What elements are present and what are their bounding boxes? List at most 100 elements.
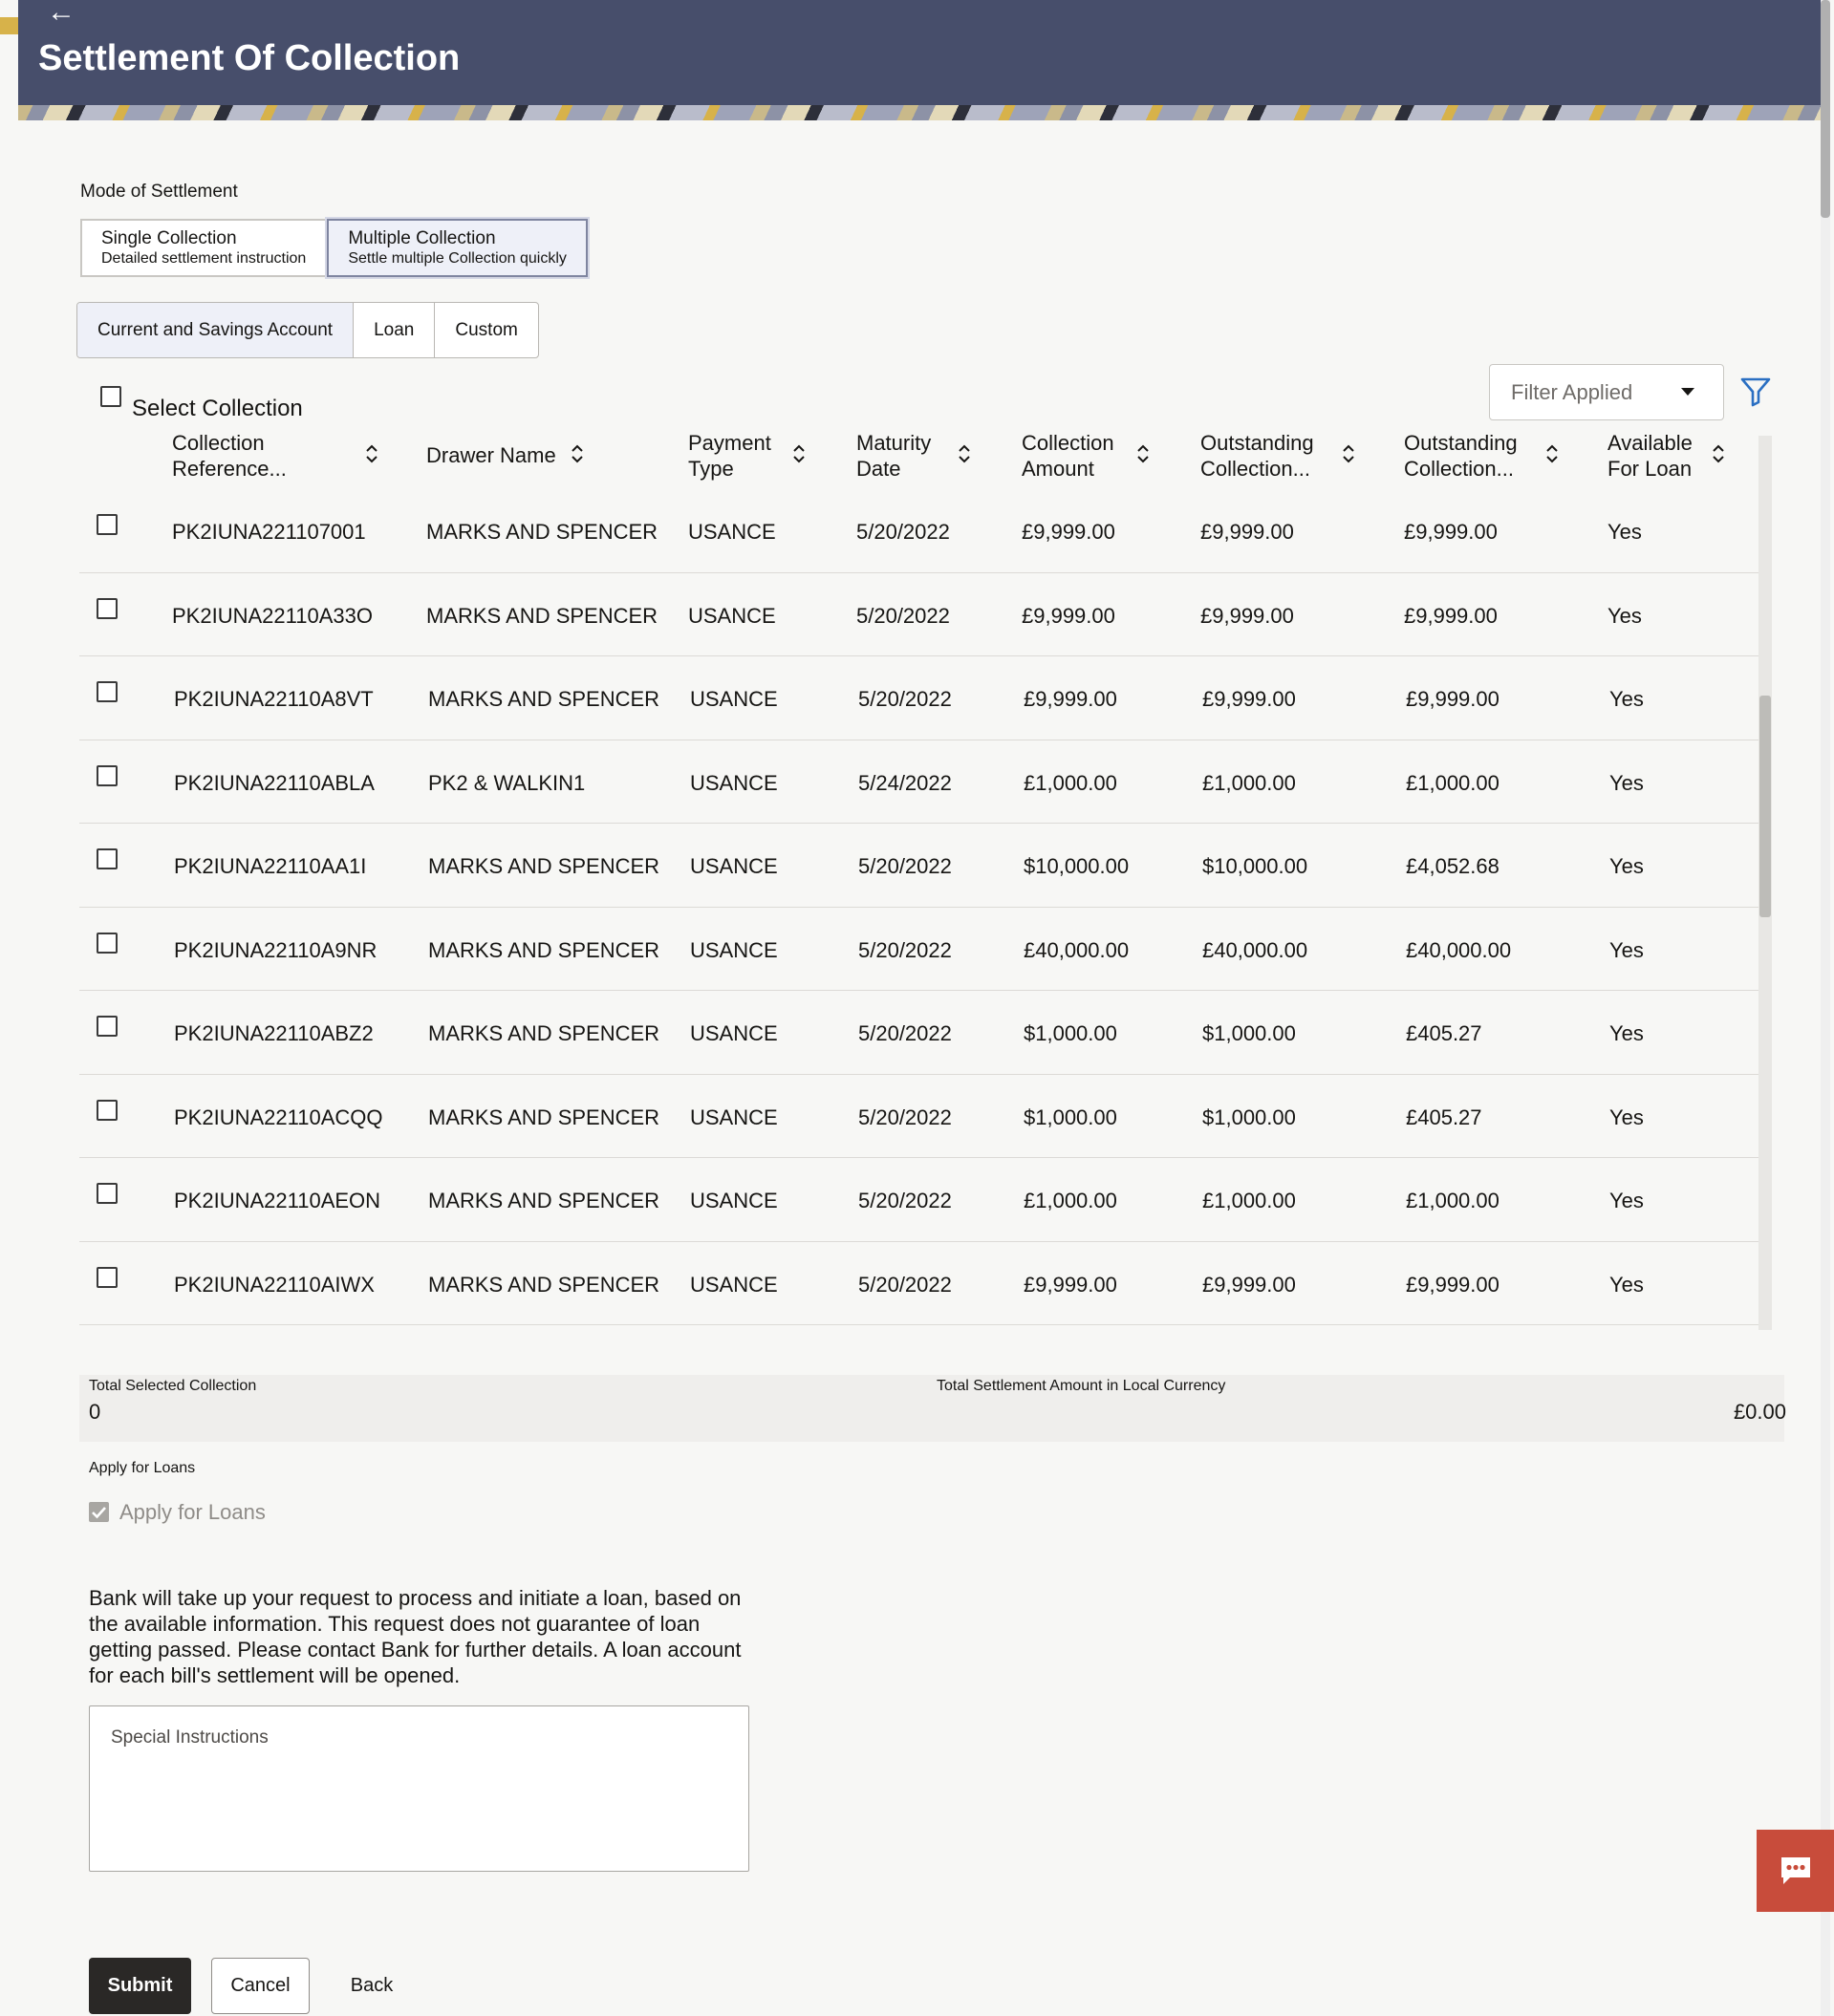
row-checkbox[interactable] (97, 597, 118, 619)
col-available-for-loan-header[interactable]: Available For Loan (1607, 430, 1693, 482)
col-reference-cell: PK2IUNA22110AEON (174, 1189, 381, 1212)
sort-icon[interactable] (792, 443, 806, 464)
total-settlement-value: £0.00 (1733, 1400, 1786, 1424)
row-checkbox[interactable] (97, 514, 118, 535)
table-row[interactable]: PK2IUNA22110AA1I MARKS AND SPENCER USANCE 5… (79, 824, 1758, 908)
col-collection-amount-cell: $1,000.00 (1024, 1021, 1117, 1045)
col-collection-amount-header[interactable]: Collection Amount (1022, 430, 1114, 482)
page-scrollbar-thumb[interactable] (1821, 0, 1830, 218)
col-drawer-name-cell: MARKS AND SPENCER (428, 1189, 660, 1212)
row-checkbox[interactable] (97, 681, 118, 702)
col-payment-type-cell: USANCE (690, 1189, 778, 1212)
col-outstanding-1-header[interactable]: Outstanding Collection... (1200, 430, 1314, 482)
col-payment-type-cell: USANCE (690, 687, 778, 711)
row-checkbox[interactable] (97, 932, 118, 954)
col-drawer-name-cell: MARKS AND SPENCER (428, 1021, 660, 1045)
sort-icon[interactable] (1342, 443, 1355, 464)
special-instructions-field[interactable]: Special Instructions (89, 1705, 749, 1872)
tab-loan[interactable]: Loan (354, 303, 436, 357)
col-outstanding-2-cell: £9,999.00 (1406, 1272, 1500, 1297)
submit-button[interactable]: Submit (89, 1958, 191, 2014)
chevron-down-icon (1681, 388, 1694, 396)
page-header: ← Settlement Of Collection (18, 0, 1823, 120)
col-drawer-name-cell: MARKS AND SPENCER (428, 1105, 660, 1129)
row-checkbox[interactable] (97, 1266, 118, 1288)
row-checkbox[interactable] (97, 848, 118, 869)
option-title: Single Collection (101, 228, 237, 248)
page-scrollbar[interactable] (1821, 0, 1830, 2016)
col-payment-type-cell: USANCE (688, 520, 776, 544)
header-line: Collection (172, 431, 265, 455)
col-reference-cell: PK2IUNA22110AIWX (174, 1272, 375, 1297)
col-reference-cell: PK2IUNA22110ACQQ (174, 1105, 383, 1129)
header-line: Date (856, 457, 901, 481)
back-arrow-icon[interactable]: ← (47, 0, 76, 27)
col-outstanding-1-cell: £9,999.00 (1200, 520, 1294, 544)
col-reference-cell: PK2IUNA22110A8VT (174, 687, 374, 711)
checkmark-icon (92, 1507, 106, 1519)
sort-icon[interactable] (365, 443, 378, 464)
col-available-for-loan-cell: Yes (1609, 1272, 1644, 1297)
sort-icon[interactable] (958, 443, 971, 464)
col-reference-header[interactable]: Collection Reference... (172, 430, 287, 482)
chat-button[interactable] (1757, 1830, 1834, 1912)
filter-icon[interactable] (1739, 375, 1772, 407)
table-row[interactable]: PK2IUNA22110AIWX MARKS AND SPENCER USANCE 5… (79, 1242, 1758, 1325)
select-all-checkbox[interactable] (100, 386, 121, 407)
apply-loans-checkbox[interactable] (89, 1502, 109, 1522)
row-checkbox[interactable] (97, 1183, 118, 1204)
sort-icon[interactable] (1712, 443, 1725, 464)
col-drawer-name-header[interactable]: Drawer Name (426, 442, 556, 468)
row-checkbox[interactable] (97, 1099, 118, 1121)
back-button[interactable]: Back (334, 1958, 410, 2014)
col-collection-amount-cell: £40,000.00 (1024, 937, 1130, 962)
table-row[interactable]: PK2IUNA22110ABLA PK2 & WALKIN1 USANCE 5/24/… (79, 740, 1758, 824)
table-row[interactable]: PK2IUNA22110A33O MARKS AND SPENCER USANCE 5… (79, 573, 1758, 656)
table-scrollbar-thumb[interactable] (1759, 696, 1771, 917)
col-reference-cell: PK2IUNA22110ABLA (174, 770, 375, 795)
sort-icon[interactable] (571, 443, 584, 464)
header-line: Payment (688, 431, 771, 455)
col-outstanding-2-cell: £9,999.00 (1404, 603, 1498, 628)
col-maturity-date-cell: 5/20/2022 (858, 687, 952, 711)
sort-icon[interactable] (1545, 443, 1559, 464)
row-checkbox[interactable] (97, 1016, 118, 1037)
col-available-for-loan-cell: Yes (1609, 687, 1644, 711)
col-collection-amount-cell: £9,999.00 (1024, 687, 1117, 711)
tab-custom[interactable]: Custom (435, 303, 537, 357)
col-payment-type-cell: USANCE (690, 937, 778, 962)
table-row[interactable]: PK2IUNA22110AEON MARKS AND SPENCER USANCE 5… (79, 1158, 1758, 1242)
filter-dropdown[interactable]: Filter Applied (1489, 364, 1724, 420)
header-line: Reference... (172, 457, 287, 481)
col-payment-type-cell: USANCE (690, 1021, 778, 1045)
col-maturity-date-cell: 5/24/2022 (858, 770, 952, 795)
col-payment-type-header[interactable]: Payment Type (688, 430, 771, 482)
col-maturity-date-cell: 5/20/2022 (858, 937, 952, 962)
col-maturity-date-header[interactable]: Maturity Date (856, 430, 931, 482)
col-outstanding-1-cell: $10,000.00 (1202, 854, 1308, 878)
header-line: Collection... (1404, 457, 1514, 481)
table-row[interactable]: PK2IUNA22110ACQQ MARKS AND SPENCER USANCE 5… (79, 1075, 1758, 1158)
col-outstanding-1-cell: £40,000.00 (1202, 937, 1308, 962)
col-reference-cell: PK2IUNA22110AA1I (174, 854, 367, 878)
header-line: Outstanding (1200, 431, 1314, 455)
table-row[interactable]: PK2IUNA22110A8VT MARKS AND SPENCER USANCE 5… (79, 656, 1758, 740)
cancel-button[interactable]: Cancel (211, 1958, 310, 2014)
multiple-collection-option[interactable]: Multiple Collection Settle multiple Coll… (327, 219, 588, 277)
table-row[interactable]: PK2IUNA221107001 MARKS AND SPENCER USANCE 5… (79, 489, 1758, 573)
single-collection-option[interactable]: Single Collection Detailed settlement in… (80, 219, 328, 277)
col-outstanding-1-cell: $1,000.00 (1202, 1021, 1296, 1045)
tab-current-savings[interactable]: Current and Savings Account (77, 303, 355, 357)
table-row[interactable]: PK2IUNA22110A9NR MARKS AND SPENCER USANCE 5… (79, 908, 1758, 991)
col-reference-cell: PK2IUNA22110ABZ2 (174, 1021, 374, 1045)
col-collection-amount-cell: £9,999.00 (1022, 603, 1115, 628)
col-available-for-loan-cell: Yes (1607, 603, 1642, 628)
totals-bar: Total Selected Collection 0 Total Settle… (79, 1375, 1786, 1442)
sort-icon[interactable] (1136, 443, 1150, 464)
col-collection-amount-cell: £1,000.00 (1024, 770, 1117, 795)
table-row[interactable]: PK2IUNA22110ABZ2 MARKS AND SPENCER USANCE 5… (79, 991, 1758, 1075)
col-outstanding-2-header[interactable]: Outstanding Collection... (1404, 430, 1518, 482)
select-all-label: Select Collection (132, 396, 303, 421)
row-checkbox[interactable] (97, 764, 118, 786)
header-line: Collection (1022, 431, 1114, 455)
